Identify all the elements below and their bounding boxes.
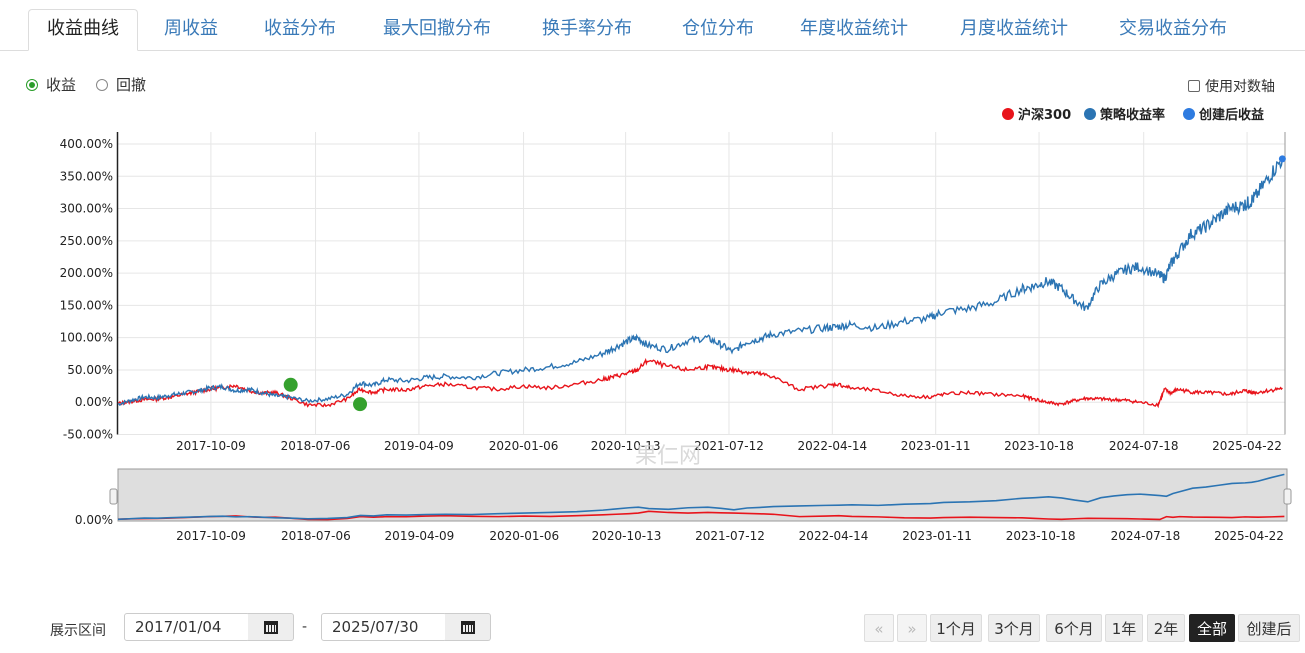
y-tick-label: 150.00% [60, 298, 113, 312]
range-prev-button[interactable]: « [864, 614, 894, 642]
navigator-y-tick-label: 0.00% [75, 513, 113, 527]
range-button-5[interactable]: 全部 [1189, 614, 1235, 642]
navigator-x-tick-label: 2021-07-12 [695, 529, 765, 543]
navigator-x-tick-label: 2020-10-13 [592, 529, 662, 543]
navigator-x-tick-label: 2023-01-11 [902, 529, 972, 543]
range-button-1[interactable]: 3个月 [988, 614, 1040, 642]
legend-label: 创建后收益 [1198, 107, 1264, 123]
y-tick-label: 0.00% [75, 395, 113, 409]
navigator-x-tick-label: 2017-10-09 [176, 529, 246, 543]
since-creation-point [1278, 155, 1286, 163]
legend-dot [1084, 108, 1096, 120]
navigator-x-tick-label: 2019-04-09 [385, 529, 455, 543]
legend-label: 策略收益率 [1100, 107, 1165, 123]
range-button-0[interactable]: 1个月 [930, 614, 982, 642]
navigator-x-tick-label: 2022-04-14 [799, 529, 869, 543]
returns-chart: 400.00% 350.00% 300.00% 250.00% 200.00% 150.0… [60, 107, 1292, 543]
legend-label: 沪深300 [1018, 107, 1071, 123]
range-button-2[interactable]: 6个月 [1046, 614, 1102, 642]
navigator-handle-left [109, 488, 118, 505]
end-date-input[interactable]: 2025/07/30 [321, 613, 447, 641]
x-tick-label: 2017-10-09 [176, 439, 246, 453]
range-controls: 展示区间 2017/01/04 - 2025/07/30 « » 1个月 3个月 6… [0, 610, 1305, 646]
y-tick-label: 50.00% [67, 363, 113, 377]
legend-dot [1002, 108, 1014, 120]
y-tick-label: 350.00% [60, 169, 113, 183]
x-tick-label: 2018-07-06 [281, 439, 351, 453]
x-tick-label: 2023-01-11 [901, 439, 971, 453]
y-tick-label: 300.00% [60, 202, 113, 216]
range-button-3[interactable]: 1年 [1105, 614, 1143, 642]
y-tick-label: 200.00% [60, 266, 113, 280]
calendar-icon [461, 621, 475, 634]
y-tick-label: 100.00% [60, 331, 113, 345]
legend-dot [1183, 108, 1195, 120]
drawdown-marker [283, 377, 298, 392]
range-label: 展示区间 [50, 623, 106, 639]
start-date-input[interactable]: 2017/01/04 [124, 613, 250, 641]
x-tick-label: 2021-07-12 [694, 439, 764, 453]
navigator-handle-right [1283, 488, 1292, 505]
end-date-calendar-button[interactable] [445, 613, 491, 641]
date-separator: - [302, 619, 308, 635]
drawdown-marker [353, 397, 368, 412]
watermark-main: 果仁网 [635, 444, 701, 469]
start-date-calendar-button[interactable] [248, 613, 294, 641]
x-tick-label: 2022-04-14 [797, 439, 867, 453]
y-tick-label: -50.00% [63, 428, 113, 442]
navigator-x-tick-label: 2025-04-22 [1214, 529, 1284, 543]
range-button-4[interactable]: 2年 [1147, 614, 1185, 642]
x-tick-label: 2025-04-22 [1212, 439, 1282, 453]
x-tick-label: 2020-01-06 [489, 439, 559, 453]
x-tick-label: 2023-10-18 [1004, 439, 1074, 453]
range-next-button[interactable]: » [897, 614, 927, 642]
navigator-x-tick-label: 2024-07-18 [1111, 529, 1181, 543]
x-tick-label: 2019-04-09 [384, 439, 454, 453]
range-button-6[interactable]: 创建后 [1238, 614, 1300, 642]
y-tick-label: 400.00% [60, 137, 113, 151]
navigator-x-tick-label: 2018-07-06 [281, 529, 351, 543]
navigator-x-tick-label: 2020-01-06 [489, 529, 559, 543]
navigator-x-tick-label: 2023-10-18 [1006, 529, 1076, 543]
y-tick-label: 250.00% [60, 234, 113, 248]
x-tick-label: 2024-07-18 [1109, 439, 1179, 453]
calendar-icon [264, 621, 278, 634]
